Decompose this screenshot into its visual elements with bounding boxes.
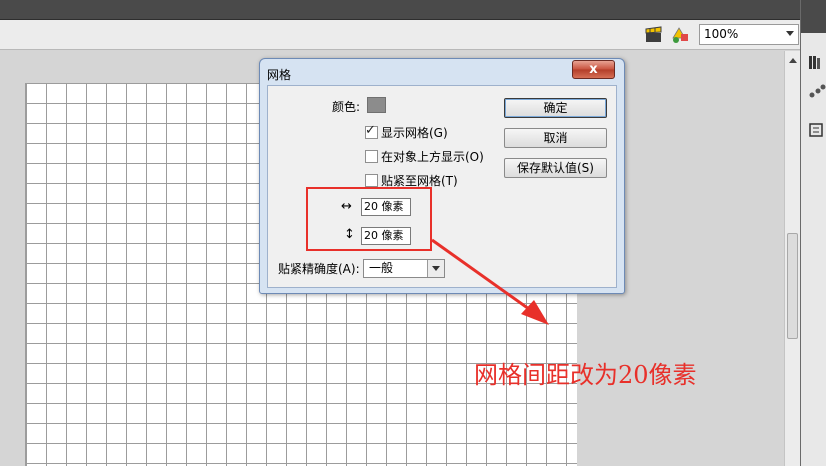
snap-accuracy-value: 一般 (369, 261, 394, 275)
chevron-down-icon[interactable] (427, 260, 444, 277)
clapperboard-icon[interactable] (644, 26, 664, 44)
show-grid-checkbox[interactable]: ✓ (365, 123, 378, 139)
close-button[interactable]: x (572, 60, 615, 79)
snap-to-grid-checkbox[interactable] (365, 174, 378, 187)
components-icon[interactable] (808, 82, 826, 100)
show-over-objects-label: 在对象上方显示(O) (381, 150, 484, 164)
panel-header (801, 0, 826, 33)
grid-color-swatch[interactable] (367, 97, 386, 113)
snap-accuracy-select[interactable]: 一般 (363, 259, 445, 278)
dialog-titlebar[interactable]: 网格 x (260, 59, 624, 85)
application-title-bar (0, 0, 800, 20)
show-grid-label: 显示网格(G) (381, 126, 448, 140)
ok-button[interactable]: 确定 (504, 98, 607, 118)
save-default-button[interactable]: 保存默认值(S) (504, 158, 607, 178)
grid-dialog: 网格 x 颜色: ✓ 显示网格(G) 在对象上方显示(O) 贴紧至网格(T) ↔… (259, 58, 625, 294)
dialog-title: 网格 (267, 68, 292, 82)
cancel-button[interactable]: 取消 (504, 128, 607, 148)
stage-toolbar: 100% (0, 20, 800, 50)
color-label: 颜色: (332, 100, 361, 114)
right-tool-panel (800, 0, 826, 466)
scroll-up-icon[interactable] (789, 58, 797, 63)
chevron-down-icon (786, 31, 794, 36)
zoom-value: 100% (704, 27, 739, 41)
scrollbar-thumb[interactable] (787, 233, 798, 339)
vertical-scrollbar[interactable] (784, 51, 800, 466)
shapes-icon[interactable] (671, 26, 691, 44)
snap-accuracy-label: 贴紧精确度(A): (278, 262, 360, 276)
close-icon: x (589, 62, 598, 77)
align-icon[interactable] (808, 122, 826, 140)
zoom-select[interactable]: 100% (699, 24, 799, 45)
library-icon[interactable] (808, 54, 826, 72)
annotation-text: 网格间距改为20像素 (474, 361, 697, 389)
checkmark-icon: ✓ (365, 123, 376, 138)
show-over-objects-checkbox[interactable] (365, 150, 378, 163)
spacing-highlight-box (306, 187, 432, 251)
